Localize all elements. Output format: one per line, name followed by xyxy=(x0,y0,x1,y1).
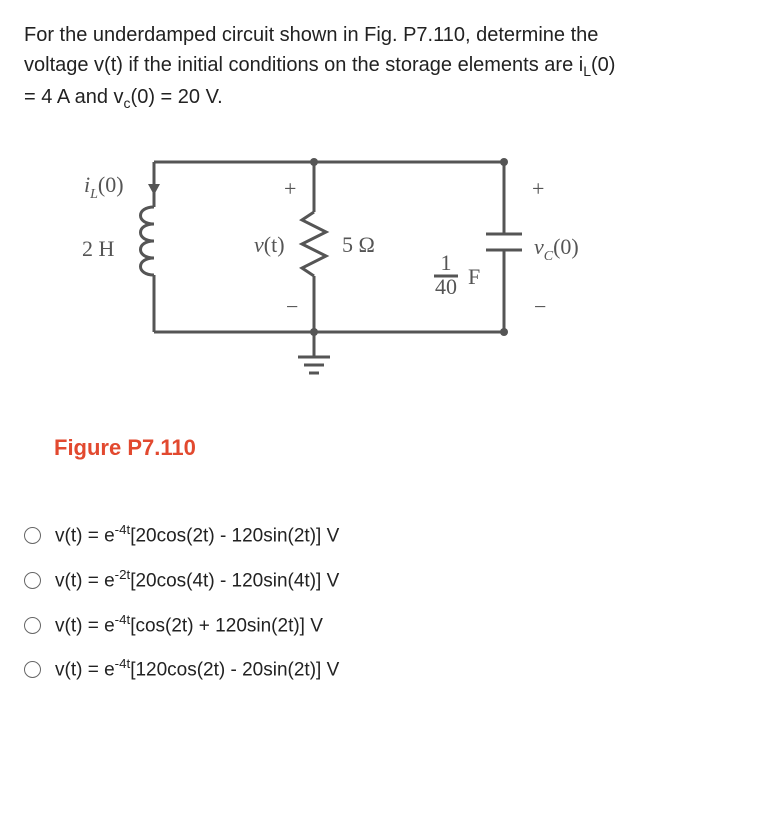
vc-label: v xyxy=(534,234,544,259)
radio-icon[interactable] xyxy=(24,527,41,544)
problem-sub-vc: c xyxy=(124,95,131,111)
inductor-value: 2 H xyxy=(82,236,115,261)
vt-arg: (t) xyxy=(264,232,285,257)
radio-icon[interactable] xyxy=(24,617,41,634)
cap-unit: F xyxy=(468,264,480,289)
resistor-value: 5 Ω xyxy=(342,232,375,257)
circuit-diagram: iL(0) 2 H + − v(t) 5 Ω 1 40 F + − vC(0) xyxy=(54,142,750,401)
vt-plus: + xyxy=(284,176,296,201)
problem-line3b: (0) = 20 V. xyxy=(131,86,223,108)
radio-icon[interactable] xyxy=(24,572,41,589)
option-1[interactable]: v(t) = e-4t[20cos(2t) - 120sin(2t)] V xyxy=(24,520,750,551)
cap-num: 1 xyxy=(441,250,452,275)
vc-arg: (0) xyxy=(553,234,579,259)
il-sub: L xyxy=(89,187,98,202)
radio-icon[interactable] xyxy=(24,661,41,678)
problem-sub-iL: L xyxy=(583,63,591,79)
option-label: v(t) = e-2t[20cos(4t) - 120sin(4t)] V xyxy=(55,565,339,596)
svg-text:v(t): v(t) xyxy=(254,232,285,257)
vc-plus: + xyxy=(532,176,544,201)
cap-den: 40 xyxy=(435,274,457,299)
option-2[interactable]: v(t) = e-2t[20cos(4t) - 120sin(4t)] V xyxy=(24,565,750,596)
problem-statement: For the underdamped circuit shown in Fig… xyxy=(24,20,750,114)
vt-minus: − xyxy=(286,294,298,319)
option-3[interactable]: v(t) = e-4t[cos(2t) + 120sin(2t)] V xyxy=(24,610,750,641)
option-label: v(t) = e-4t[120cos(2t) - 20sin(2t)] V xyxy=(55,654,339,685)
il-arg: (0) xyxy=(98,172,124,197)
problem-line3a: = 4 A and v xyxy=(24,86,124,108)
option-4[interactable]: v(t) = e-4t[120cos(2t) - 20sin(2t)] V xyxy=(24,654,750,685)
vt-label: v xyxy=(254,232,264,257)
svg-text:vC(0): vC(0) xyxy=(534,234,579,264)
answer-options: v(t) = e-4t[20cos(2t) - 120sin(2t)] V v(… xyxy=(24,520,750,685)
option-label: v(t) = e-4t[cos(2t) + 120sin(2t)] V xyxy=(55,610,323,641)
vc-minus: − xyxy=(534,294,546,319)
problem-line2a: voltage v(t) if the initial conditions o… xyxy=(24,54,583,76)
problem-line1: For the underdamped circuit shown in Fig… xyxy=(24,24,598,46)
figure-caption: Figure P7.110 xyxy=(54,431,750,464)
problem-line2b: (0) xyxy=(591,54,615,76)
option-label: v(t) = e-4t[20cos(2t) - 120sin(2t)] V xyxy=(55,520,339,551)
svg-text:iL(0): iL(0) xyxy=(84,172,124,202)
